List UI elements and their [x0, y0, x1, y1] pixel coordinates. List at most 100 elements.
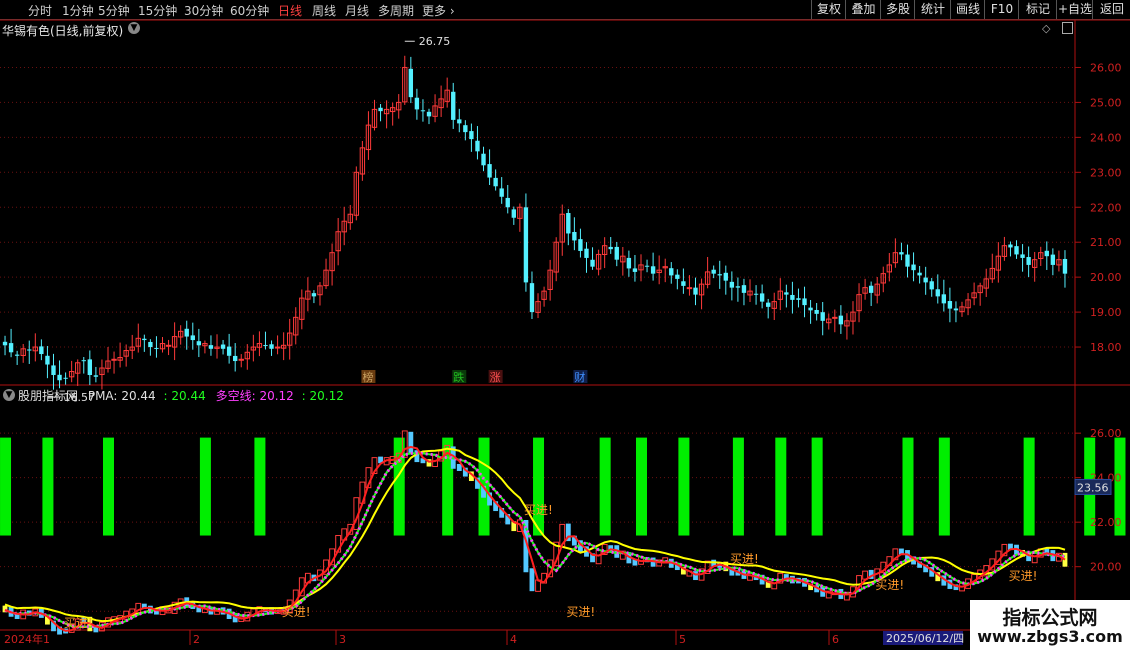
- buy-signal-label: 买进!: [730, 552, 759, 566]
- candle-body: [451, 91, 456, 120]
- candle-body: [311, 293, 317, 297]
- x-axis-year: 2024年1: [4, 632, 50, 646]
- candle-body: [644, 265, 650, 267]
- candle-body: [1026, 257, 1031, 265]
- kline-chart[interactable]: 26.75 16.57 榜 跌 涨 财 买进! 买进! 买进! 买进! 买进! 买进! 买进! 18.…: [0, 0, 1130, 650]
- signal-bar: [254, 437, 266, 536]
- candle-body: [529, 283, 535, 313]
- y-tick-label: 24.00: [1090, 131, 1122, 144]
- candle-body: [899, 252, 904, 255]
- candle-body: [8, 343, 14, 353]
- candle-body: [420, 110, 426, 112]
- candle-body: [220, 344, 226, 349]
- candle-body: [154, 347, 159, 349]
- candle-body: [905, 254, 910, 267]
- candle-body: [1008, 244, 1013, 248]
- candle-body: [717, 274, 722, 276]
- candle-body: [111, 358, 117, 361]
- candle-body: [165, 344, 172, 347]
- candle-body: [87, 359, 93, 376]
- candle-body: [208, 345, 214, 349]
- candle-body: [632, 268, 638, 272]
- y-tick-label: 25.00: [1090, 96, 1122, 109]
- candle-body: [2, 341, 8, 346]
- candle-body: [802, 298, 807, 306]
- candle-body: [868, 285, 874, 293]
- y-tick-label: 21.00: [1090, 236, 1122, 249]
- candle-body: [226, 346, 232, 356]
- candle-body: [463, 125, 468, 133]
- candle-body: [63, 377, 68, 379]
- candle-body: [820, 312, 825, 321]
- candle-body: [911, 264, 916, 271]
- y-tick-label: 18.00: [1090, 341, 1122, 354]
- y-tick-label: 23.00: [1090, 166, 1122, 179]
- buy-signal-label: 买进!: [64, 616, 93, 630]
- candle-body: [766, 302, 771, 307]
- signal-bar: [811, 437, 823, 536]
- candle-body: [626, 257, 632, 269]
- signal-bar: [102, 437, 114, 536]
- candle-body: [784, 292, 789, 295]
- cursor-date: 2025/06/12/四: [886, 632, 964, 645]
- candle-body: [590, 259, 595, 267]
- candle-body: [499, 188, 504, 197]
- candle-body: [723, 272, 728, 281]
- candle-body: [511, 209, 516, 218]
- candle-body: [269, 344, 274, 349]
- candle-body: [263, 345, 268, 347]
- candle-body: [947, 301, 953, 309]
- signal-bar: [732, 437, 744, 536]
- candle-body: [566, 212, 571, 234]
- buy-signal-label: 买进!: [282, 605, 311, 619]
- candle-body: [148, 341, 153, 348]
- candle-body: [572, 231, 577, 241]
- event-marker: 财: [574, 370, 585, 384]
- candle-body: [233, 355, 238, 362]
- min-label: 16.57: [64, 391, 96, 404]
- candle-body: [426, 111, 432, 117]
- signal-bar: [199, 437, 211, 536]
- candle-body: [953, 308, 959, 311]
- event-marker: 涨: [490, 371, 501, 384]
- signal-bar: [635, 437, 647, 536]
- y-tick-label: 22.00: [1090, 201, 1122, 214]
- candle-body: [142, 338, 147, 341]
- candle-body: [408, 68, 414, 98]
- candle-body: [1044, 250, 1049, 257]
- candle-body: [196, 341, 202, 346]
- y-tick-label: 26.00: [1090, 61, 1122, 74]
- candle-body: [790, 294, 795, 300]
- max-label: 26.75: [419, 35, 451, 48]
- candle-body: [274, 346, 281, 349]
- candle-body: [759, 293, 765, 302]
- event-marker: 榜: [362, 370, 373, 384]
- candle-body: [414, 97, 420, 110]
- candle-body: [457, 119, 462, 124]
- watermark-url: www.zbgs3.com: [977, 627, 1123, 646]
- candle-body: [45, 355, 50, 365]
- candle-body: [378, 107, 383, 112]
- candle-body: [505, 197, 510, 208]
- ind-block: [595, 549, 602, 565]
- candle-body: [686, 287, 693, 290]
- candle-body: [711, 269, 716, 274]
- candle-body: [57, 374, 62, 381]
- buy-signal-label: 买进!: [524, 503, 553, 517]
- candle-body: [741, 285, 747, 293]
- y-tick-label: 22.00: [1090, 516, 1122, 529]
- candle-body: [493, 177, 498, 187]
- candle-body: [584, 248, 589, 258]
- candle-body: [14, 354, 20, 356]
- candle-body: [832, 316, 838, 319]
- candle-body: [1050, 254, 1056, 265]
- x-tick-label: 5: [679, 633, 686, 646]
- candle-body: [93, 375, 99, 377]
- candle-body: [923, 277, 928, 283]
- buy-signal-label: 买进!: [566, 605, 595, 619]
- candle-body: [681, 281, 686, 286]
- signal-bar: [0, 437, 12, 536]
- candle-body: [614, 246, 619, 260]
- candle-body: [578, 239, 583, 251]
- candle-body: [475, 140, 480, 152]
